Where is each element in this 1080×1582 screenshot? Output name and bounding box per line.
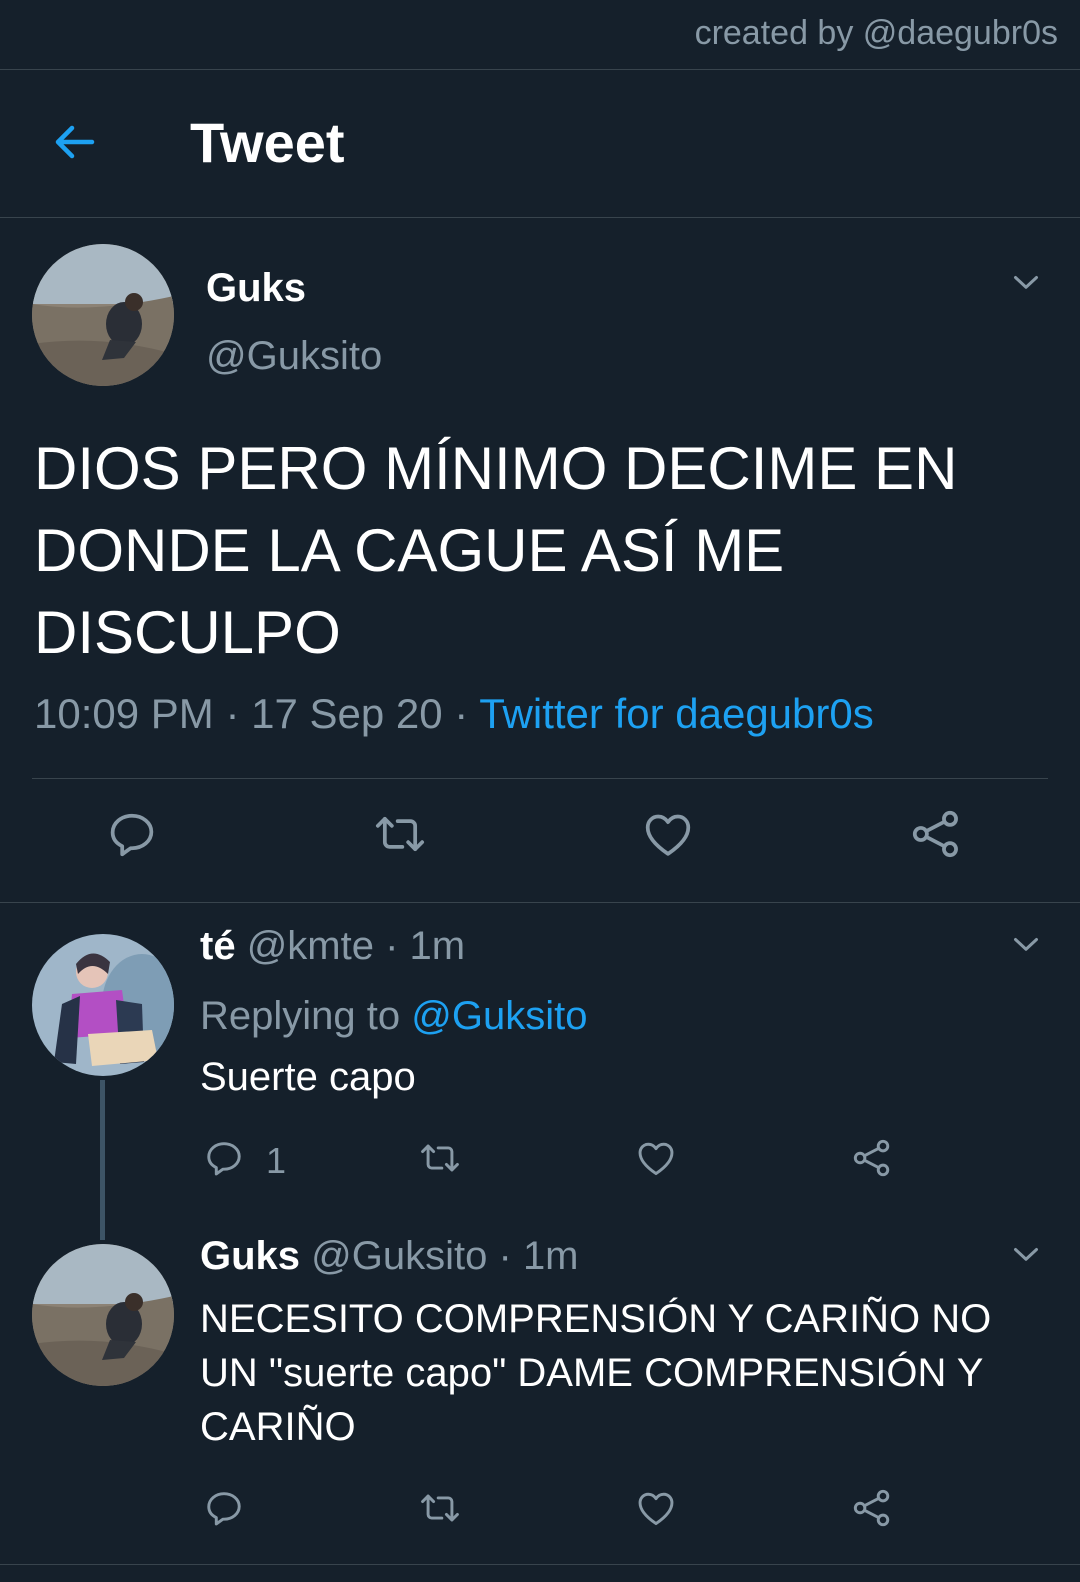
replying-to: Replying to @Guksito — [200, 994, 587, 1039]
tweet-source-link[interactable]: Twitter for daegubr0s — [479, 690, 874, 737]
reply-time: 1m — [522, 1234, 579, 1278]
thread-line — [100, 1080, 105, 1240]
reply-author-name[interactable]: Guks — [200, 1234, 300, 1278]
replying-to-label: Replying to — [200, 994, 401, 1038]
like-icon[interactable] — [640, 806, 696, 862]
chevron-down-icon[interactable] — [1008, 1236, 1044, 1272]
share-icon[interactable] — [850, 1486, 894, 1530]
retweet-icon[interactable] — [418, 1486, 462, 1530]
tweet-date: 17 Sep 20 — [251, 690, 443, 737]
avatar[interactable] — [32, 934, 174, 1076]
reply-header: Guks @Guksito · 1m — [200, 1234, 579, 1279]
reply-text: Suerte capo — [200, 1055, 416, 1099]
top-bar: Tweet — [0, 70, 1080, 217]
like-icon[interactable] — [634, 1136, 678, 1180]
meta-separator: · — [487, 1234, 523, 1278]
avatar[interactable] — [32, 1244, 174, 1386]
share-icon[interactable] — [908, 806, 964, 862]
author-handle[interactable]: @Guksito — [206, 334, 382, 379]
meta-separator: · — [374, 924, 410, 968]
like-icon[interactable] — [634, 1486, 678, 1530]
page-title: Tweet — [190, 111, 345, 174]
divider — [0, 902, 1080, 903]
retweet-icon[interactable] — [372, 806, 428, 862]
reply-icon[interactable] — [202, 1136, 246, 1180]
tweet-text: DIOS PERO MÍNIMO DECIME EN DONDE LA CAGU… — [34, 435, 958, 666]
reply-icon[interactable] — [104, 806, 160, 862]
reply-author-handle[interactable]: @Guksito — [311, 1234, 487, 1278]
reply-time: 1m — [409, 924, 466, 968]
reply-author-name[interactable]: té — [200, 924, 236, 968]
reply-author-handle[interactable]: @kmte — [247, 924, 374, 968]
divider — [0, 217, 1080, 218]
back-arrow-icon[interactable] — [48, 116, 100, 168]
divider — [32, 778, 1048, 779]
meta-separator: · — [213, 690, 252, 737]
reply-text: NECESITO COMPRENSIÓN Y CARIÑO NO UN "sue… — [200, 1297, 992, 1449]
creator-credit: created by @daegubr0s — [694, 14, 1058, 52]
reply-header: té @kmte · 1m — [200, 924, 465, 969]
chevron-down-icon[interactable] — [1008, 264, 1044, 300]
chevron-down-icon[interactable] — [1008, 926, 1044, 962]
tweet-time: 10:09 PM — [34, 690, 214, 737]
divider — [0, 1564, 1080, 1565]
avatar[interactable] — [32, 244, 174, 386]
author-name[interactable]: Guks — [206, 266, 306, 311]
replying-to-link[interactable]: @Guksito — [411, 994, 587, 1038]
share-icon[interactable] — [850, 1136, 894, 1180]
retweet-icon[interactable] — [418, 1136, 462, 1180]
meta-separator: · — [442, 690, 480, 737]
reply-count: 1 — [266, 1140, 287, 1181]
reply-icon[interactable] — [202, 1486, 246, 1530]
tweet-meta: 10:09 PM · 17 Sep 20 · Twitter for daegu… — [34, 690, 874, 738]
